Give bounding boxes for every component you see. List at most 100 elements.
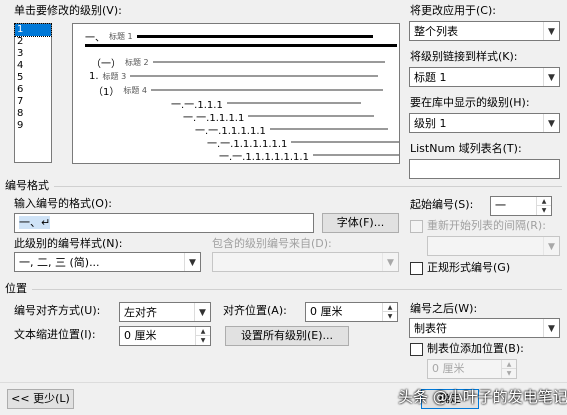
alignment-label: 编号对齐方式(U): bbox=[14, 304, 101, 317]
spin-up-icon[interactable]: ▲ bbox=[501, 360, 516, 369]
chevron-down-icon: ▼ bbox=[543, 237, 559, 255]
level-item[interactable]: 2 bbox=[15, 36, 51, 48]
preview-row: 一.一.1.1.1 bbox=[171, 97, 361, 111]
preview-text: 标题 2 bbox=[125, 57, 149, 67]
preview-number: （一） bbox=[91, 58, 121, 70]
link-style-select[interactable]: 标题 1 ▼ bbox=[409, 67, 560, 87]
level-item[interactable]: 5 bbox=[15, 72, 51, 84]
numbering-style-select[interactable]: 一, 二, 三 (简)... ▼ bbox=[14, 252, 201, 272]
spin-up-icon[interactable]: ▲ bbox=[536, 197, 551, 206]
follow-number-value: 制表符 bbox=[414, 322, 447, 335]
apply-to-select[interactable]: 整个列表 ▼ bbox=[409, 21, 560, 41]
tab-stop-checkbox[interactable] bbox=[410, 343, 423, 356]
font-button[interactable]: 字体(F)... bbox=[322, 213, 399, 233]
level-item[interactable]: 8 bbox=[15, 108, 51, 120]
preview-row: 一、 标题 1 bbox=[85, 30, 373, 44]
preview-line bbox=[312, 154, 399, 156]
preview-number: （1） bbox=[93, 86, 120, 98]
start-at-spinner[interactable]: 一 ▲ ▼ bbox=[490, 196, 552, 216]
apply-to-value: 整个列表 bbox=[414, 25, 458, 38]
spin-down-icon[interactable]: ▼ bbox=[195, 336, 210, 345]
aligned-at-label: 对齐位置(A): bbox=[223, 304, 287, 317]
preview-row: 一.一.1.1.1.1.1.1 bbox=[207, 136, 399, 150]
gallery-level-value: 级别 1 bbox=[414, 117, 447, 130]
preview-line bbox=[151, 89, 384, 91]
preview-row: （1） 标题 4 bbox=[93, 84, 384, 98]
apply-to-label: 将更改应用于(C): bbox=[410, 4, 496, 17]
start-at-label: 起始编号(S): bbox=[410, 198, 474, 211]
restart-select[interactable]: ▼ bbox=[427, 236, 560, 256]
gallery-level-select[interactable]: 级别 1 ▼ bbox=[409, 113, 560, 133]
listnum-label: ListNum 域列表名(T): bbox=[410, 142, 522, 155]
level-item[interactable]: 7 bbox=[15, 96, 51, 108]
start-at-value: 一 bbox=[495, 199, 506, 212]
tab-stop-spinner[interactable]: 0 厘米 ▲ ▼ bbox=[427, 359, 517, 379]
level-item[interactable]: 1 bbox=[14, 23, 52, 37]
preview-line bbox=[130, 75, 379, 77]
include-from-select[interactable]: ▼ bbox=[212, 252, 399, 272]
numbering-style-value: 一, 二, 三 (简)... bbox=[19, 256, 100, 269]
listnum-input[interactable] bbox=[409, 159, 560, 179]
follow-number-select[interactable]: 制表符 ▼ bbox=[409, 318, 560, 338]
alignment-select[interactable]: 左对齐 ▼ bbox=[119, 302, 211, 322]
preview-text: 标题 3 bbox=[102, 71, 127, 81]
spin-down-icon[interactable]: ▼ bbox=[382, 312, 397, 321]
spin-up-icon[interactable]: ▲ bbox=[195, 327, 210, 336]
preview-text: 标题 4 bbox=[123, 85, 148, 95]
preview-row: 一.一.1.1.1.1.1 bbox=[195, 123, 388, 137]
preview-row: 一.一.1.1.1.1 bbox=[183, 110, 375, 124]
divider bbox=[54, 186, 562, 187]
spin-up-icon[interactable]: ▲ bbox=[382, 303, 397, 312]
preview-text: 标题 1 bbox=[109, 31, 133, 41]
aligned-at-spinner[interactable]: 0 厘米 ▲ ▼ bbox=[305, 302, 398, 322]
chevron-down-icon: ▼ bbox=[543, 68, 559, 86]
tab-stop-value: 0 厘米 bbox=[432, 362, 465, 375]
level-item[interactable]: 4 bbox=[15, 60, 51, 72]
numbering-style-label: 此级别的编号样式(N): bbox=[14, 237, 123, 250]
chevron-down-icon: ▼ bbox=[194, 303, 210, 321]
preview-line bbox=[269, 128, 388, 130]
alignment-value: 左对齐 bbox=[124, 306, 157, 319]
restart-checkbox[interactable] bbox=[410, 220, 423, 233]
preview-line bbox=[248, 115, 375, 117]
preview-number: 1. bbox=[89, 70, 99, 82]
preview-line bbox=[136, 34, 373, 38]
preview-line bbox=[226, 102, 361, 104]
set-all-levels-button[interactable]: 设置所有级别(E)... bbox=[225, 326, 349, 346]
preview-line bbox=[152, 61, 385, 63]
preview-line bbox=[291, 141, 399, 143]
chevron-down-icon: ▼ bbox=[543, 22, 559, 40]
level-item[interactable]: 9 bbox=[15, 120, 51, 132]
footer-divider bbox=[0, 382, 567, 383]
chevron-down-icon: ▼ bbox=[382, 253, 398, 271]
enter-format-label: 输入编号的格式(O): bbox=[14, 197, 112, 210]
level-item[interactable]: 6 bbox=[15, 84, 51, 96]
position-group-title: 位置 bbox=[5, 282, 27, 295]
restart-label: 重新开始列表的间隔(R): bbox=[427, 219, 546, 232]
watermark: 头条 @小叶子的发电笔记 bbox=[398, 388, 567, 406]
spin-down-icon[interactable]: ▼ bbox=[501, 369, 516, 378]
tab-stop-label: 制表位添加位置(B): bbox=[427, 342, 524, 355]
link-style-value: 标题 1 bbox=[414, 71, 447, 84]
level-list[interactable]: 123456789 bbox=[14, 23, 52, 163]
include-from-label: 包含的级别编号来自(D): bbox=[212, 237, 332, 250]
indent-spinner[interactable]: 0 厘米 ▲ ▼ bbox=[119, 326, 211, 346]
gallery-level-label: 要在库中显示的级别(H): bbox=[410, 96, 530, 109]
spin-down-icon[interactable]: ▼ bbox=[536, 206, 551, 215]
numbering-preview: 一、 标题 1 （一） 标题 2 1. 标题 3 （1） 标题 4 一.一.1.1.1 一.一.1… bbox=[72, 23, 400, 164]
chevron-down-icon: ▼ bbox=[543, 319, 559, 337]
preview-row: 1. 标题 3 bbox=[89, 70, 379, 82]
enter-format-value: 一、↵ bbox=[19, 216, 51, 229]
number-format-group-title: 编号格式 bbox=[5, 179, 49, 192]
level-item[interactable]: 3 bbox=[15, 48, 51, 60]
less-button[interactable]: << 更少(L) bbox=[7, 389, 74, 409]
enter-format-input[interactable]: 一、↵ bbox=[14, 213, 314, 233]
divider bbox=[32, 289, 562, 290]
aligned-at-value: 0 厘米 bbox=[310, 305, 343, 318]
preview-row: （一） 标题 2 bbox=[91, 56, 385, 70]
preview-row: 一.一.1.1.1.1.1.1.1 bbox=[219, 149, 399, 163]
legal-style-checkbox[interactable] bbox=[410, 262, 423, 275]
legal-style-label: 正规形式编号(G) bbox=[427, 261, 511, 274]
follow-number-label: 编号之后(W): bbox=[410, 302, 478, 315]
level-label: 单击要修改的级别(V): bbox=[14, 4, 122, 17]
